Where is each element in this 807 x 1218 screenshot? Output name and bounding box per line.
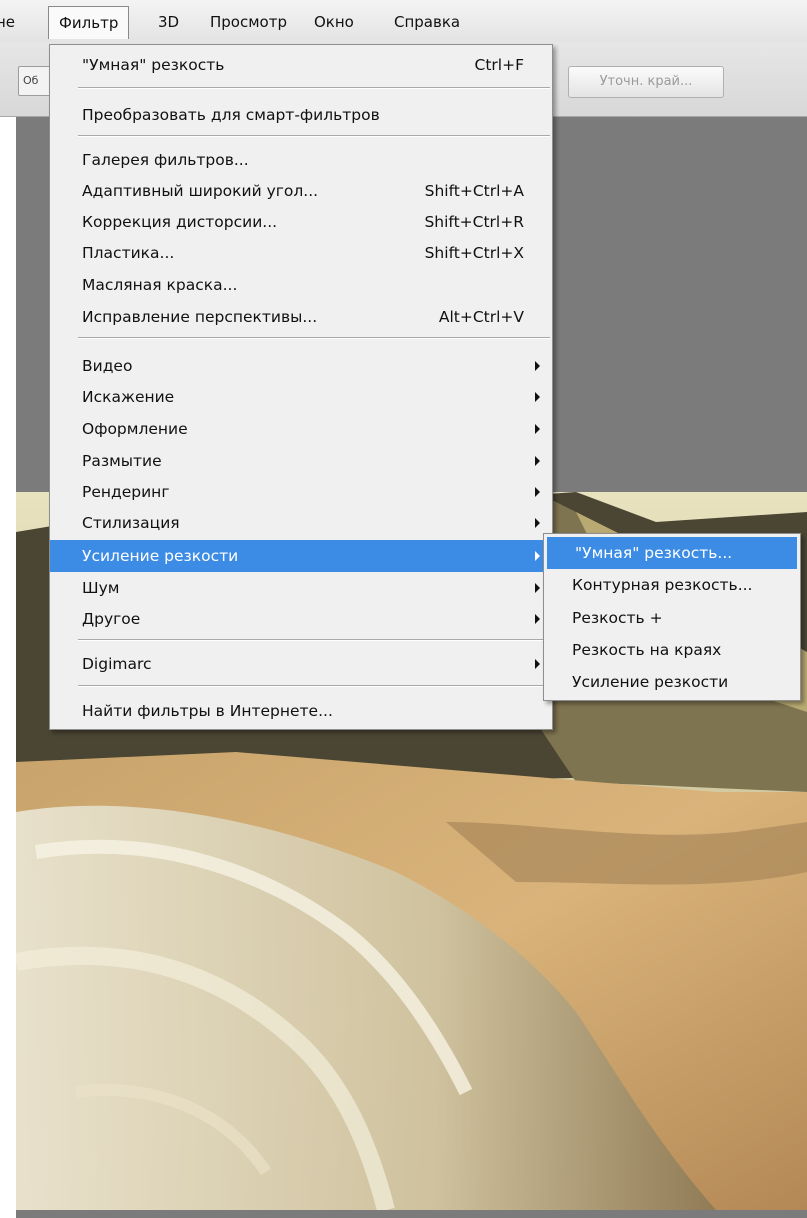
menu-item-liquify[interactable]: Пластика... Shift+Ctrl+X bbox=[50, 237, 552, 269]
menubar-item-3d[interactable]: 3D bbox=[148, 6, 189, 38]
menu-item-shortcut: Alt+Ctrl+V bbox=[438, 308, 524, 326]
menu-separator bbox=[78, 639, 550, 641]
menu-item-label: Рендеринг bbox=[82, 483, 170, 501]
menu-item-label: Размытие bbox=[82, 452, 162, 470]
menu-item-label: "Умная" резкость... bbox=[575, 544, 733, 562]
menu-item-label: Пластика... bbox=[82, 244, 175, 262]
menu-item-label: Искажение bbox=[82, 388, 175, 406]
menu-separator bbox=[78, 87, 550, 89]
menu-item-render[interactable]: Рендеринг bbox=[50, 476, 552, 508]
menu-item-label: Резкость + bbox=[572, 609, 663, 627]
menu-item-browse-filters-online[interactable]: Найти фильтры в Интернете... bbox=[50, 695, 552, 727]
menu-item-label: Видео bbox=[82, 357, 133, 375]
menu-item-label: Digimarc bbox=[82, 655, 152, 673]
menubar: не Фильтр 3D Просмотр Окно Справка bbox=[0, 0, 807, 42]
menu-item-shortcut: Shift+Ctrl+X bbox=[424, 244, 524, 262]
menu-separator bbox=[78, 337, 550, 339]
submenu-arrow-icon bbox=[535, 424, 540, 434]
menu-item-label: Оформление bbox=[82, 420, 188, 438]
menu-item-oil-paint[interactable]: Масляная краска... bbox=[50, 269, 552, 301]
menu-item-pixelate[interactable]: Оформление bbox=[50, 413, 552, 445]
menu-item-label: Другое bbox=[82, 610, 141, 628]
menu-item-label: Усиление резкости bbox=[82, 547, 239, 565]
menu-item-label: Адаптивный широкий угол... bbox=[82, 182, 319, 200]
submenu-arrow-icon bbox=[535, 392, 540, 402]
menu-separator bbox=[78, 135, 550, 137]
menu-item-sharpen[interactable]: Усиление резкости bbox=[50, 540, 552, 572]
menu-item-video[interactable]: Видео bbox=[50, 350, 552, 382]
filter-menu: "Умная" резкость Ctrl+F Преобразовать дл… bbox=[49, 44, 553, 730]
submenu-arrow-icon bbox=[535, 551, 540, 561]
menu-item-label: Усиление резкости bbox=[572, 673, 729, 691]
menu-item-label: "Умная" резкость bbox=[82, 56, 225, 74]
menubar-item-filter[interactable]: Фильтр bbox=[48, 6, 130, 39]
menu-item-shortcut: Ctrl+F bbox=[474, 56, 524, 74]
menubar-item-window[interactable]: Окно bbox=[304, 6, 364, 38]
menu-item-vanishing-point[interactable]: Исправление перспективы... Alt+Ctrl+V bbox=[50, 301, 552, 333]
menu-item-label: Масляная краска... bbox=[82, 276, 238, 294]
menu-item-other[interactable]: Другое bbox=[50, 603, 552, 635]
submenu-arrow-icon bbox=[535, 583, 540, 593]
submenu-arrow-icon bbox=[535, 361, 540, 371]
menubar-item-help[interactable]: Справка bbox=[384, 6, 470, 38]
menu-item-blur[interactable]: Размытие bbox=[50, 445, 552, 477]
submenu-item-unsharp-mask[interactable]: Контурная резкость... bbox=[544, 569, 800, 601]
menu-item-label: Контурная резкость... bbox=[572, 576, 753, 594]
menu-item-label: Коррекция дисторсии... bbox=[82, 213, 278, 231]
menu-item-label: Преобразовать для смарт-фильтров bbox=[82, 106, 380, 124]
refine-edge-button[interactable]: Уточн. край... bbox=[568, 66, 724, 98]
menu-item-label: Стилизация bbox=[82, 514, 180, 532]
menu-item-stylize[interactable]: Стилизация bbox=[50, 507, 552, 539]
menu-item-label: Исправление перспективы... bbox=[82, 308, 318, 326]
menu-separator bbox=[78, 685, 550, 687]
menu-item-distort[interactable]: Искажение bbox=[50, 381, 552, 413]
menubar-item-image[interactable]: не bbox=[0, 6, 25, 38]
menu-item-adaptive-wide-angle[interactable]: Адаптивный широкий угол... Shift+Ctrl+A bbox=[50, 175, 552, 207]
menu-item-lens-correction[interactable]: Коррекция дисторсии... Shift+Ctrl+R bbox=[50, 206, 552, 238]
submenu-arrow-icon bbox=[535, 614, 540, 624]
menu-item-digimarc[interactable]: Digimarc bbox=[50, 648, 552, 680]
menu-item-label: Галерея фильтров... bbox=[82, 151, 249, 169]
menubar-item-view[interactable]: Просмотр bbox=[200, 6, 297, 38]
submenu-item-sharpen-more[interactable]: Резкость + bbox=[544, 602, 800, 634]
menu-item-noise[interactable]: Шум bbox=[50, 572, 552, 604]
menu-item-shortcut: Shift+Ctrl+R bbox=[424, 213, 524, 231]
menu-item-label: Шум bbox=[82, 579, 120, 597]
submenu-item-sharpen[interactable]: Усиление резкости bbox=[544, 666, 800, 698]
menu-item-label: Найти фильтры в Интернете... bbox=[82, 702, 333, 720]
submenu-arrow-icon bbox=[535, 659, 540, 669]
submenu-arrow-icon bbox=[535, 518, 540, 528]
menu-item-convert-smart-filters[interactable]: Преобразовать для смарт-фильтров bbox=[50, 99, 552, 131]
submenu-item-smart-sharpen[interactable]: "Умная" резкость... bbox=[547, 537, 797, 569]
sharpen-submenu: "Умная" резкость... Контурная резкость..… bbox=[543, 533, 801, 701]
menu-item-shortcut: Shift+Ctrl+A bbox=[424, 182, 524, 200]
submenu-item-sharpen-edges[interactable]: Резкость на краях bbox=[544, 634, 800, 666]
submenu-arrow-icon bbox=[535, 487, 540, 497]
menu-item-label: Резкость на краях bbox=[572, 641, 722, 659]
menu-item-filter-gallery[interactable]: Галерея фильтров... bbox=[50, 144, 552, 176]
menu-item-last-filter[interactable]: "Умная" резкость Ctrl+F bbox=[50, 49, 552, 81]
submenu-arrow-icon bbox=[535, 456, 540, 466]
